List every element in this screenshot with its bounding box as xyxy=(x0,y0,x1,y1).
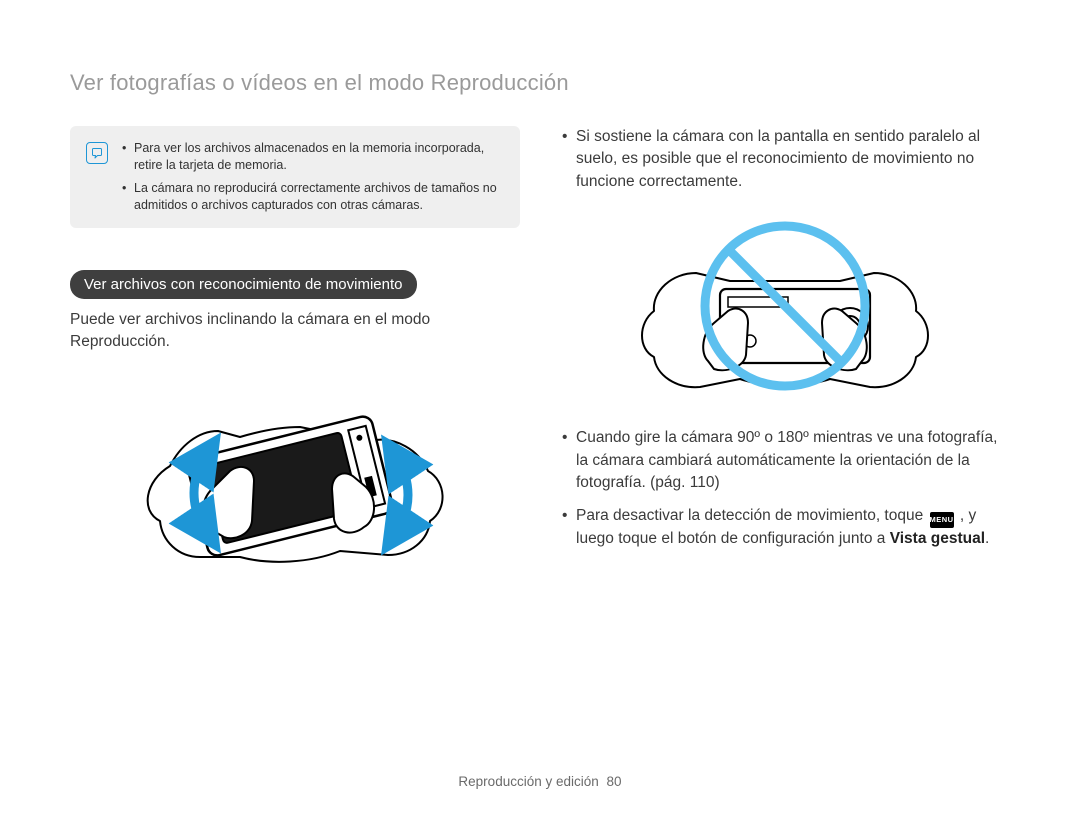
footer-section: Reproducción y edición xyxy=(458,774,598,789)
camera-tilt-drawing xyxy=(140,371,450,581)
info-icon xyxy=(86,142,108,164)
left-column: Para ver los archivos almacenados en la … xyxy=(70,126,520,591)
page-title: Ver fotografías o vídeos en el modo Repr… xyxy=(70,70,1010,96)
right-column: Si sostiene la cámara con la pantalla en… xyxy=(560,126,1010,591)
section-heading: Ver archivos con reconocimiento de movim… xyxy=(70,270,417,299)
info-icon-glyph xyxy=(91,147,103,159)
illustration-parallel-hold xyxy=(560,211,1010,401)
note-box: Para ver los archivos almacenados en la … xyxy=(70,126,520,228)
page-footer: Reproducción y edición 80 xyxy=(0,774,1080,789)
text-fragment: Para desactivar la detección de movimien… xyxy=(576,507,928,524)
instruction-item: Para desactivar la detección de movimien… xyxy=(560,505,1010,551)
note-item: Para ver los archivos almacenados en la … xyxy=(122,140,504,174)
text-fragment: . xyxy=(985,530,989,547)
camera-parallel-drawing xyxy=(630,211,940,401)
manual-page: Ver fotografías o vídeos en el modo Repr… xyxy=(0,0,1080,815)
note-item: La cámara no reproducirá correctamente a… xyxy=(122,180,504,214)
page-number: 80 xyxy=(607,774,622,789)
instruction-list: Cuando gire la cámara 90º o 180º mientra… xyxy=(560,427,1010,550)
two-column-layout: Para ver los archivos almacenados en la … xyxy=(70,126,1010,591)
menu-icon: MENU xyxy=(930,512,954,528)
top-warning: Si sostiene la cámara con la pantalla en… xyxy=(560,126,1010,193)
illustration-tilted-camera xyxy=(70,371,520,581)
warning-item: Si sostiene la cámara con la pantalla en… xyxy=(560,126,1010,193)
text-emphasis: Vista gestual xyxy=(890,530,985,547)
instruction-item: Cuando gire la cámara 90º o 180º mientra… xyxy=(560,427,1010,494)
note-list: Para ver los archivos almacenados en la … xyxy=(122,140,504,214)
section-intro: Puede ver archivos inclinando la cámara … xyxy=(70,309,520,354)
